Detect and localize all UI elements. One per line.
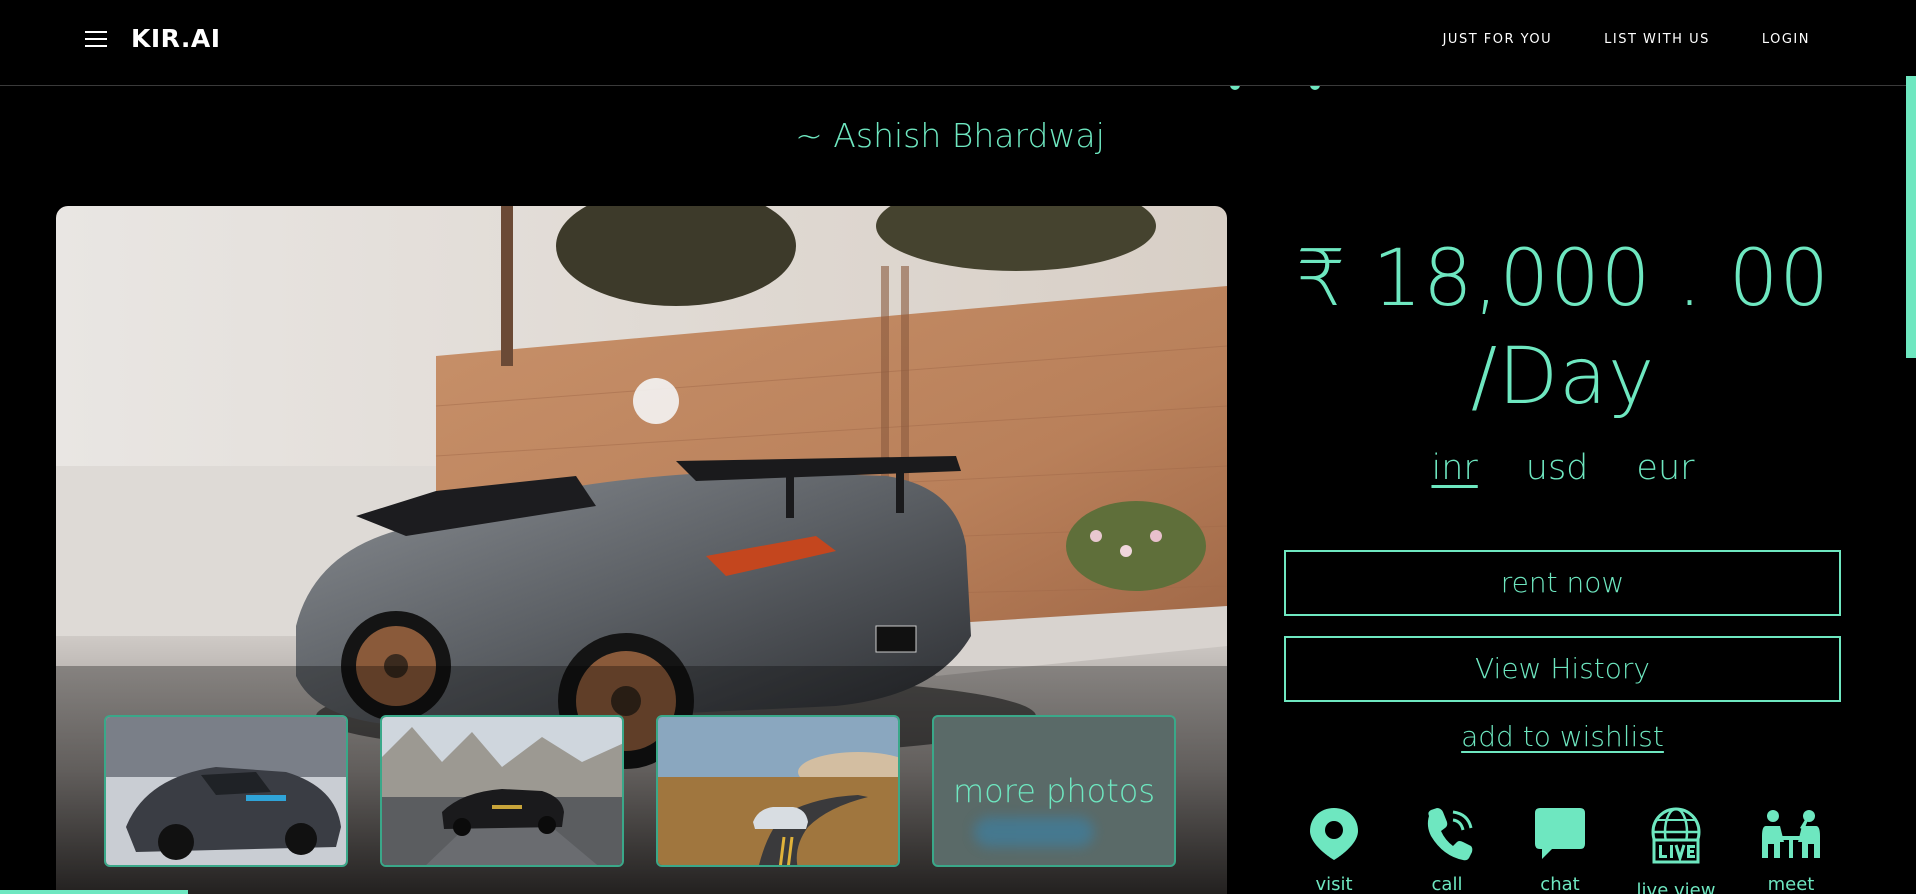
add-to-wishlist-link[interactable]: add to wishlist bbox=[1284, 720, 1841, 753]
price-period: /Day bbox=[1470, 332, 1656, 422]
currency-usd[interactable]: usd bbox=[1526, 448, 1589, 488]
location-pin-icon bbox=[1310, 808, 1358, 860]
live-globe-icon bbox=[1651, 807, 1701, 864]
blurred-preview bbox=[974, 817, 1094, 847]
nav-list-with-us[interactable]: List With Us bbox=[1604, 32, 1710, 47]
top-nav: Just For You List With Us Login bbox=[1443, 32, 1810, 47]
chat-bubble-icon bbox=[1535, 808, 1585, 859]
meet-action[interactable]: meet bbox=[1741, 806, 1841, 894]
thumbnail-1[interactable] bbox=[104, 715, 348, 867]
visit-label: visit bbox=[1315, 874, 1353, 894]
more-photos-button[interactable]: more photos bbox=[932, 715, 1176, 867]
call-label: call bbox=[1431, 874, 1463, 894]
price-display: ₹ 18,000 . 00 /Day bbox=[1280, 230, 1846, 426]
price-amount: ₹ 18,000 . 00 bbox=[1296, 234, 1830, 324]
scrollbar-thumb[interactable] bbox=[1906, 76, 1916, 358]
menu-icon[interactable] bbox=[85, 31, 107, 49]
page-progress-bar bbox=[0, 890, 188, 894]
thumbnail-3-image bbox=[658, 717, 898, 865]
top-header: KIR.AI Just For You List With Us Login bbox=[0, 0, 1916, 86]
listing-author: ~ Ashish Bhardwaj bbox=[795, 116, 1105, 155]
call-action[interactable]: call bbox=[1397, 806, 1497, 894]
live-view-action[interactable]: live view bbox=[1626, 806, 1726, 894]
phone-icon bbox=[1427, 808, 1473, 861]
meeting-icon bbox=[1762, 810, 1820, 858]
visit-action[interactable]: visit bbox=[1284, 806, 1384, 894]
currency-eur[interactable]: eur bbox=[1636, 448, 1694, 488]
thumbnail-2[interactable] bbox=[380, 715, 624, 867]
more-photos-label: more photos bbox=[952, 772, 1156, 810]
nav-just-for-you[interactable]: Just For You bbox=[1443, 32, 1553, 47]
nav-login[interactable]: Login bbox=[1762, 32, 1810, 47]
thumbnail-3[interactable] bbox=[656, 715, 900, 867]
currency-inr[interactable]: inr bbox=[1431, 448, 1477, 488]
thumbnail-1-image bbox=[106, 717, 346, 865]
chat-action[interactable]: chat bbox=[1510, 806, 1610, 894]
currency-selector: inr usd eur bbox=[1280, 448, 1846, 488]
thumbnail-2-image bbox=[382, 717, 622, 865]
chat-label: chat bbox=[1540, 874, 1580, 894]
live-view-label: live view bbox=[1636, 880, 1716, 894]
rent-now-button[interactable]: rent now bbox=[1284, 550, 1841, 616]
hero-car-photo[interactable]: more photos bbox=[56, 206, 1227, 894]
meet-label: meet bbox=[1767, 874, 1815, 894]
view-history-button[interactable]: View History bbox=[1284, 636, 1841, 702]
logo[interactable]: KIR.AI bbox=[131, 24, 221, 53]
